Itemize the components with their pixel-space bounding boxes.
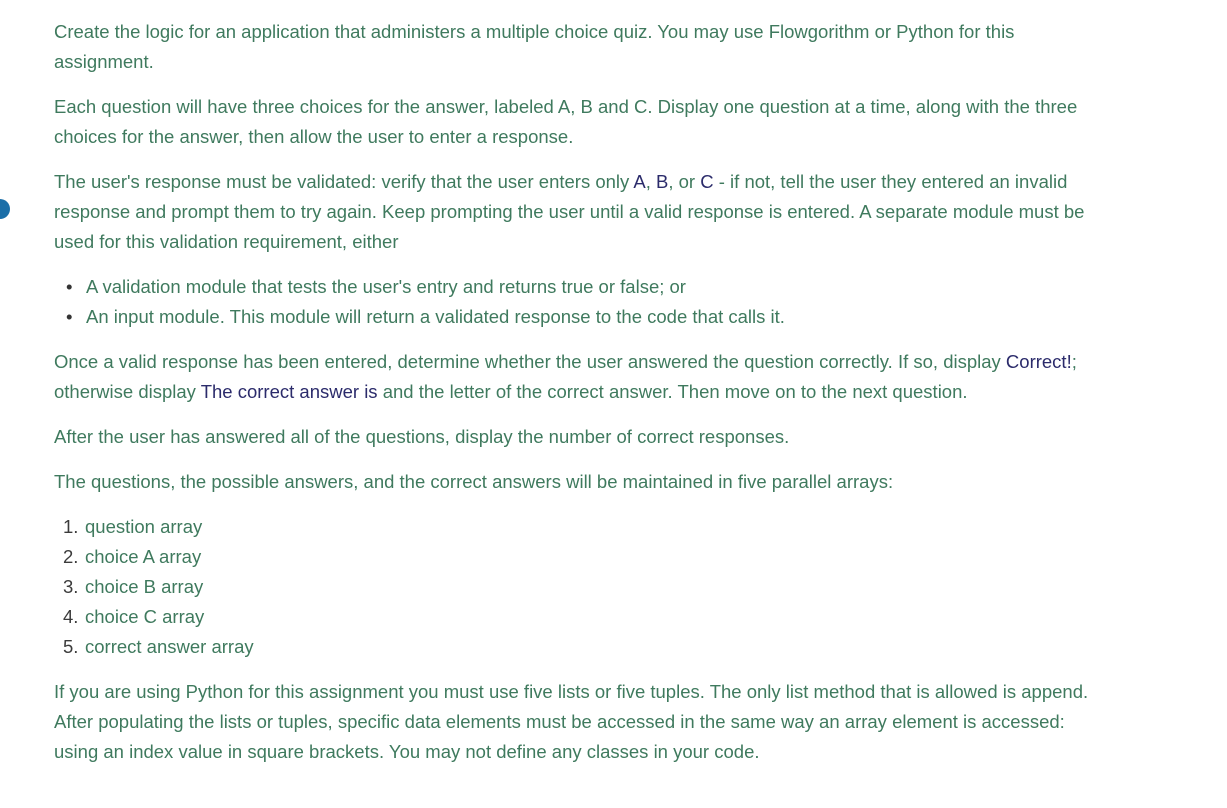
- list-number: 5.: [63, 636, 79, 657]
- arrays-paragraph: The questions, the possible answers, and…: [54, 471, 894, 492]
- choice-b-label: B: [656, 171, 669, 192]
- correctness-text: and the letter of the correct answer. Th…: [377, 381, 968, 402]
- list-item: 4. choice C array: [63, 602, 1114, 632]
- intro-paragraph: Create the logic for an application that…: [54, 21, 1015, 72]
- separator: ,: [645, 171, 657, 192]
- list-item: 5. correct answer array: [63, 632, 1114, 662]
- assignment-description: Create the logic for an application that…: [54, 17, 1114, 782]
- choice-c-label: C: [700, 171, 714, 192]
- list-item: • A validation module that tests the user…: [66, 272, 1114, 302]
- list-number: 4.: [63, 606, 79, 627]
- correctness-text: Once a valid response has been entered, …: [54, 351, 1006, 372]
- list-item-text: choice C array: [85, 606, 205, 627]
- module-options-list: • A validation module that tests the user…: [54, 272, 1114, 332]
- python-rules-paragraph: If you are using Python for this assignm…: [54, 681, 1089, 762]
- results-paragraph: After the user has answered all of the q…: [54, 426, 790, 447]
- choice-a-label: A: [633, 171, 646, 192]
- list-item: 3. choice B array: [63, 572, 1114, 602]
- choices-paragraph: Each question will have three choices fo…: [54, 96, 1078, 147]
- list-item: • An input module. This module will retur…: [66, 302, 1114, 332]
- list-item-text: choice B array: [85, 576, 204, 597]
- list-item-text: A validation module that tests the user'…: [86, 276, 686, 297]
- list-number: 1.: [63, 516, 79, 537]
- validation-text: The user's response must be validated: v…: [54, 171, 634, 192]
- list-item-text: choice A array: [85, 546, 202, 567]
- list-item-text: question array: [85, 516, 203, 537]
- list-item-text: An input module. This module will return…: [86, 306, 785, 327]
- bullet-icon: •: [66, 276, 73, 297]
- separator: , or: [668, 171, 701, 192]
- bullet-icon: •: [66, 306, 73, 327]
- arrays-list: 1. question array 2. choice A array 3. choi…: [54, 512, 1114, 662]
- list-item: 1. question array: [63, 512, 1114, 542]
- list-number: 2.: [63, 546, 79, 567]
- correct-answer-message: The correct answer is: [200, 381, 378, 402]
- list-item-text: correct answer array: [85, 636, 254, 657]
- correct-message: Correct!: [1005, 351, 1072, 372]
- list-item: 2. choice A array: [63, 542, 1114, 572]
- info-circle-icon[interactable]: [0, 199, 10, 219]
- correctness-paragraph: Once a valid response has been entered, …: [54, 347, 1114, 407]
- list-number: 3.: [63, 576, 79, 597]
- validation-paragraph: The user's response must be validated: v…: [54, 167, 1114, 257]
